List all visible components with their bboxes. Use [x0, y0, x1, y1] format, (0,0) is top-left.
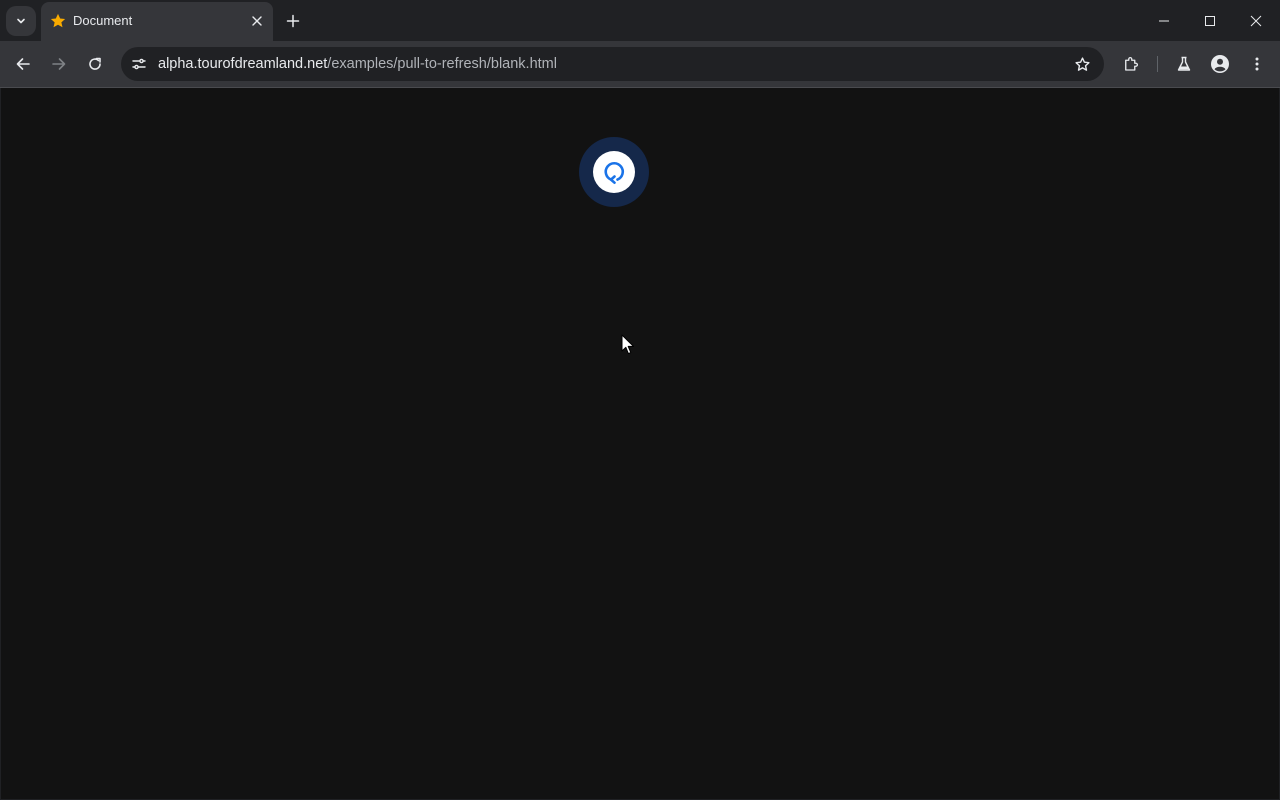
- tab-document[interactable]: Document: [41, 2, 273, 41]
- menu-button[interactable]: [1242, 49, 1272, 79]
- puzzle-icon: [1122, 55, 1140, 73]
- url-text: alpha.tourofdreamland.net/examples/pull-…: [158, 56, 557, 72]
- new-tab-button[interactable]: [280, 8, 306, 34]
- tab-strip: Document: [0, 0, 1280, 41]
- account-icon: [1210, 54, 1230, 74]
- flask-icon: [1176, 56, 1192, 72]
- minimize-icon: [1158, 15, 1170, 27]
- tune-icon: [131, 56, 147, 72]
- arrow-left-icon: [15, 56, 31, 72]
- profile-button[interactable]: [1205, 49, 1235, 79]
- page-content[interactable]: [1, 88, 1279, 799]
- close-icon: [252, 16, 262, 26]
- back-button[interactable]: [8, 49, 38, 79]
- minimize-button[interactable]: [1141, 0, 1187, 41]
- chevron-down-icon: [15, 15, 27, 27]
- arrow-right-icon: [51, 56, 67, 72]
- star-outline-icon: [1074, 56, 1091, 73]
- site-info-button[interactable]: [125, 50, 153, 78]
- toolbar: alpha.tourofdreamland.net/examples/pull-…: [0, 41, 1280, 87]
- url-host: alpha.tourofdreamland.net: [158, 56, 328, 72]
- address-bar[interactable]: alpha.tourofdreamland.net/examples/pull-…: [121, 47, 1104, 81]
- tab-close-button[interactable]: [249, 13, 265, 29]
- reload-icon: [87, 56, 103, 72]
- reload-button[interactable]: [80, 49, 110, 79]
- pull-to-refresh-indicator: [579, 137, 649, 207]
- kebab-menu-icon: [1249, 56, 1265, 72]
- url-path: /examples/pull-to-refresh/blank.html: [327, 56, 557, 72]
- close-window-button[interactable]: [1233, 0, 1279, 41]
- star-icon: [49, 12, 67, 30]
- mouse-cursor-icon: [621, 334, 635, 356]
- maximize-icon: [1204, 15, 1216, 27]
- refresh-indicator-disc: [593, 151, 635, 193]
- close-icon: [1250, 15, 1262, 27]
- refresh-icon: [600, 158, 628, 186]
- toolbar-divider: [1157, 56, 1158, 72]
- browser-frame: Document alpha.tourofdreamland.net/examp…: [0, 0, 1280, 88]
- maximize-button[interactable]: [1187, 0, 1233, 41]
- labs-button[interactable]: [1169, 49, 1199, 79]
- forward-button[interactable]: [44, 49, 74, 79]
- tab-search-button[interactable]: [6, 6, 36, 36]
- bookmark-button[interactable]: [1069, 51, 1095, 77]
- extensions-button[interactable]: [1116, 49, 1146, 79]
- tab-title: Document: [73, 13, 133, 28]
- plus-icon: [286, 14, 300, 28]
